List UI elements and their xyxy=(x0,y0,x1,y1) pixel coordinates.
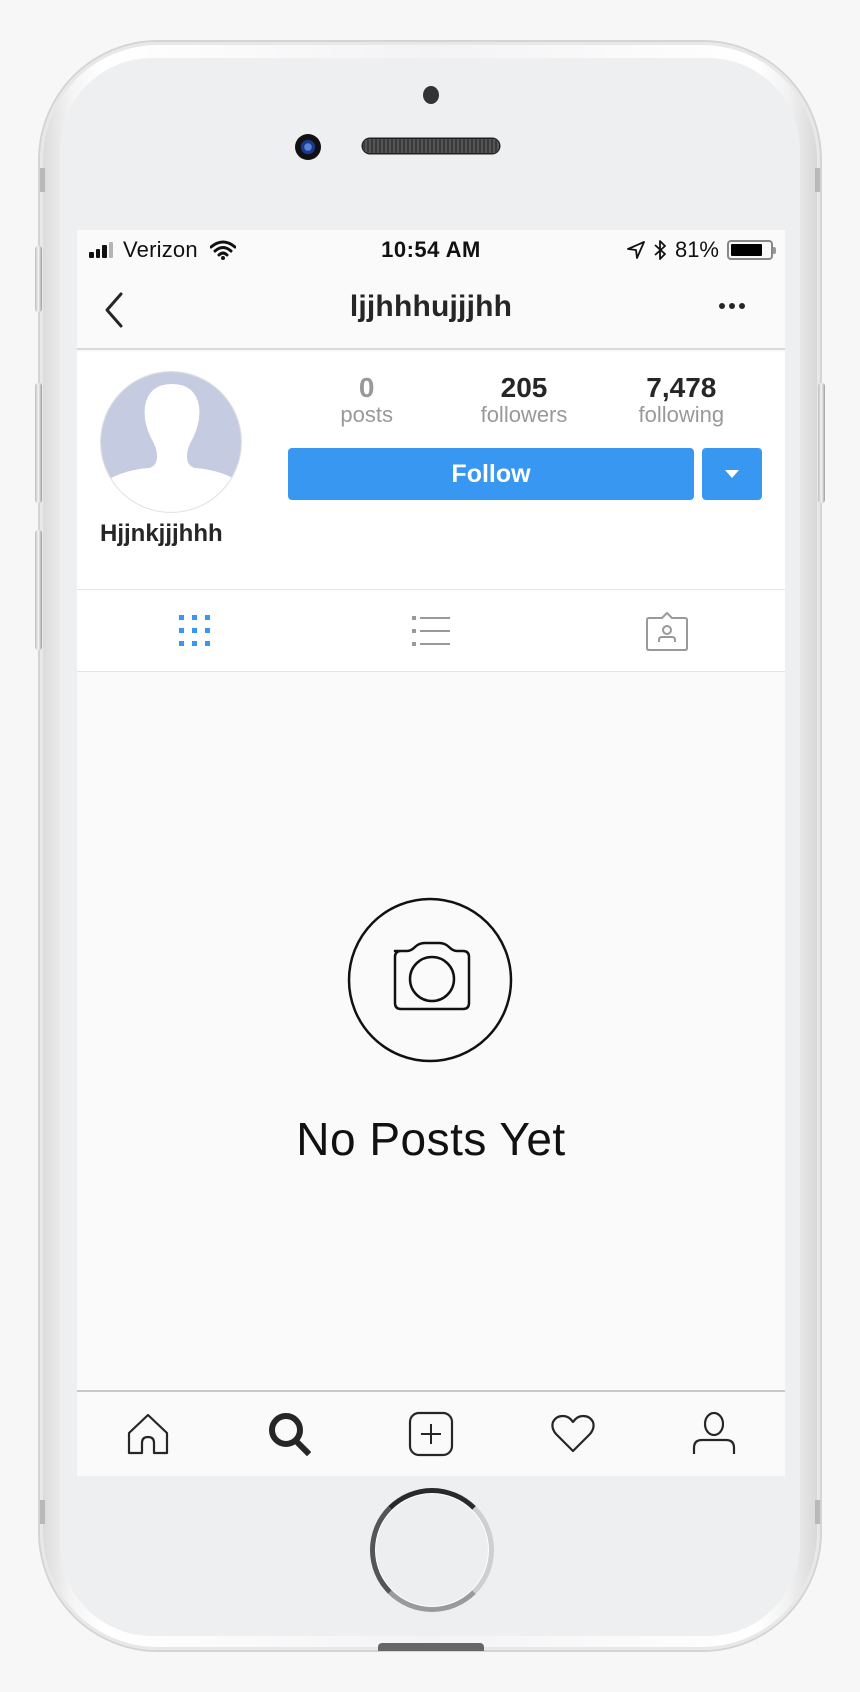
battery-percent: 81% xyxy=(674,237,719,262)
tagged-photos-icon xyxy=(646,611,688,651)
default-avatar-icon xyxy=(101,372,241,512)
more-horizontal-icon xyxy=(719,303,725,309)
volume-down-button xyxy=(35,530,42,650)
proximity-sensor xyxy=(423,86,439,104)
status-right: 81% xyxy=(627,237,776,263)
followers-label: followers xyxy=(480,402,568,427)
profile-header: Hjjnkjjjhhh 0 posts 205 followers 7,478 … xyxy=(77,352,785,590)
profile-tabs xyxy=(77,590,785,672)
home-button[interactable] xyxy=(370,1488,494,1612)
posts-label: posts xyxy=(340,402,393,427)
status-bar: Verizon 10:54 AM 81% xyxy=(77,230,785,270)
camera-icon xyxy=(347,897,513,1063)
lightning-port xyxy=(378,1643,484,1651)
antenna-band xyxy=(815,1500,820,1524)
user-icon xyxy=(693,1412,736,1454)
follow-button[interactable]: Follow xyxy=(288,448,694,500)
avatar[interactable] xyxy=(100,371,242,513)
more-options-button[interactable] xyxy=(719,296,751,316)
nav-header: ljjhhhujjjhh xyxy=(77,270,785,350)
posts-count: 0 xyxy=(358,372,375,403)
location-arrow-icon xyxy=(627,241,645,259)
volume-up-button xyxy=(35,383,42,503)
tabbar-activity[interactable] xyxy=(502,1392,644,1476)
empty-state-text: No Posts Yet xyxy=(296,1113,566,1165)
plus-square-icon xyxy=(408,1411,454,1457)
profile-stats: 0 posts 205 followers 7,478 following xyxy=(288,374,760,426)
heart-icon xyxy=(550,1414,595,1453)
search-icon xyxy=(269,1413,312,1456)
following-label: following xyxy=(638,402,725,427)
earpiece-speaker xyxy=(363,139,499,153)
caret-down-icon xyxy=(725,470,739,478)
battery-icon xyxy=(727,240,776,260)
screen: Verizon 10:54 AM 81% ljjhhhujjjhh Hjjnkj… xyxy=(77,230,785,1476)
battery-level xyxy=(731,244,762,256)
bluetooth-icon xyxy=(654,240,666,260)
antenna-band xyxy=(815,168,820,192)
bottom-tab-bar xyxy=(77,1390,785,1476)
front-camera xyxy=(295,134,321,160)
page-title: ljjhhhujjjhh xyxy=(349,290,513,323)
mute-switch xyxy=(35,246,42,312)
stat-following[interactable]: 7,478 following xyxy=(603,374,760,426)
tabbar-home[interactable] xyxy=(77,1392,219,1476)
tabbar-new-post[interactable] xyxy=(360,1392,502,1476)
tabbar-profile[interactable] xyxy=(643,1392,785,1476)
tab-list[interactable] xyxy=(313,590,549,671)
suggested-dropdown-button[interactable] xyxy=(702,448,762,500)
followers-count: 205 xyxy=(500,372,548,403)
antenna-band xyxy=(40,1500,45,1524)
tabbar-search[interactable] xyxy=(219,1392,361,1476)
following-count: 7,478 xyxy=(646,372,717,403)
power-button xyxy=(818,383,825,503)
display-name: Hjjnkjjjhhh xyxy=(100,520,223,547)
list-icon xyxy=(412,615,450,646)
tab-tagged[interactable] xyxy=(549,590,785,671)
tab-grid[interactable] xyxy=(77,590,313,671)
stat-posts[interactable]: 0 posts xyxy=(288,374,445,426)
stat-followers[interactable]: 205 followers xyxy=(445,374,602,426)
antenna-band xyxy=(40,168,45,192)
empty-state: No Posts Yet xyxy=(77,672,785,1390)
home-icon xyxy=(127,1413,168,1455)
grid-icon xyxy=(179,614,210,646)
